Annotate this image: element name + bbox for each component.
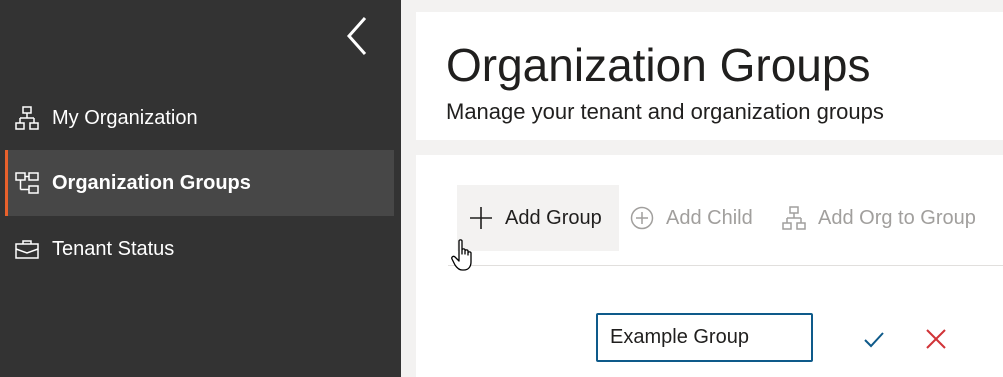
collapse-sidebar-button[interactable] (339, 14, 375, 58)
toolbar-divider (448, 265, 1003, 266)
confirm-button[interactable] (860, 325, 888, 353)
chevron-left-icon (346, 17, 367, 55)
add-group-button[interactable]: Add Group (457, 185, 619, 251)
plus-icon (467, 204, 495, 232)
org-chart-icon (13, 104, 41, 132)
sidebar-item-my-organization[interactable]: My Organization (5, 85, 394, 151)
cancel-button[interactable] (922, 325, 950, 353)
sidebar-item-label: My Organization (52, 106, 198, 129)
page-subtitle: Manage your tenant and organization grou… (446, 99, 884, 124)
briefcase-icon (13, 235, 41, 263)
add-org-to-group-label: Add Org to Group (818, 206, 976, 229)
add-child-button[interactable]: Add Child (628, 185, 753, 251)
close-icon (926, 329, 946, 349)
add-circle-icon (628, 204, 656, 232)
add-child-label: Add Child (666, 206, 753, 229)
org-chart-icon (780, 204, 808, 232)
hand-pointer-cursor-icon (451, 239, 472, 271)
sidebar-item-label: Tenant Status (52, 237, 175, 260)
org-groups-icon (13, 169, 41, 197)
page-header: Organization Groups Manage your tenant a… (416, 12, 1003, 140)
groups-panel: Add Group Add Child Add Org to Group (416, 155, 1003, 377)
page-title: Organization Groups (446, 39, 871, 91)
sidebar-item-label: Organization Groups (52, 171, 251, 194)
sidebar: My Organization Organization Groups Tena… (0, 0, 401, 377)
add-group-label: Add Group (505, 206, 602, 229)
add-org-to-group-button[interactable]: Add Org to Group (780, 185, 976, 251)
checkmark-icon (864, 332, 884, 348)
sidebar-item-organization-groups[interactable]: Organization Groups (5, 150, 394, 216)
sidebar-item-tenant-status[interactable]: Tenant Status (5, 216, 394, 282)
group-name-input[interactable] (596, 313, 813, 362)
